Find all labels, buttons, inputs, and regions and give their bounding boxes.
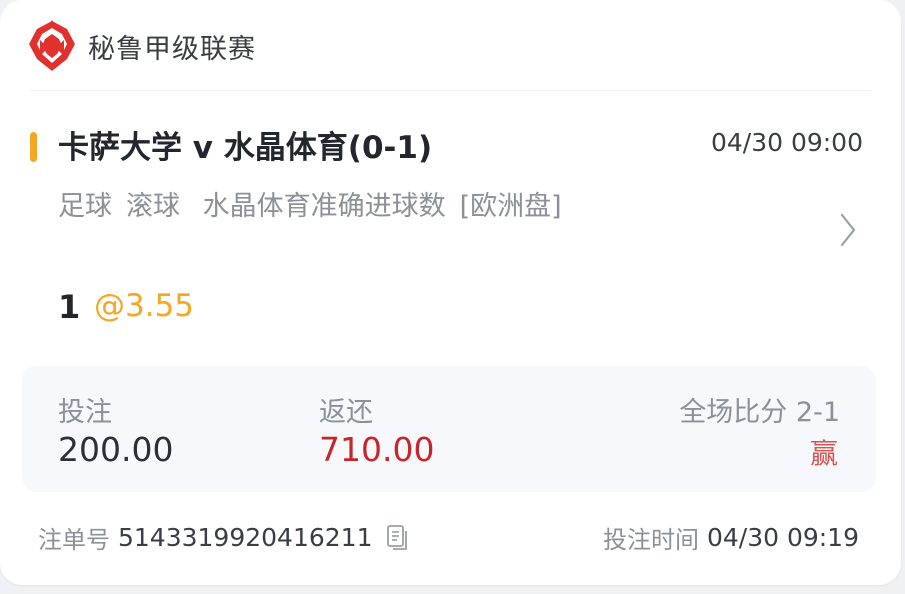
full-time-score: 全场比分 2-1	[679, 397, 840, 428]
result-badge: 赢	[809, 437, 838, 470]
match-accent-bar	[30, 132, 37, 162]
order-number-row: 注单号 5143319920416211	[38, 520, 409, 555]
bet-type-label: 滚球	[126, 191, 180, 222]
league-name: 秘鲁甲级联赛	[88, 33, 256, 65]
stake-value: 200.00	[58, 430, 174, 469]
peru-league-logo-icon	[29, 20, 75, 71]
bet-time-value: 04/30 09:19	[706, 523, 859, 552]
bet-summary-panel: 投注 200.00 返还 710.00 全场比分 2-1 赢	[22, 366, 876, 492]
divider	[30, 90, 871, 91]
bet-record-card[interactable]: 秘鲁甲级联赛 卡萨大学 v 水晶体育(0-1) 04/30 09:00 足球 滚球…	[0, 0, 901, 585]
bet-time-label: 投注时间	[602, 526, 699, 554]
bet-description: 足球 滚球 水晶体育准确进球数 [欧洲盘]	[58, 184, 578, 230]
bet-time-row: 投注时间 04/30 09:19	[603, 520, 859, 555]
chevron-right-icon[interactable]	[839, 212, 857, 248]
sport-label: 足球	[58, 191, 112, 222]
order-number-value: 5143319920416211	[118, 523, 373, 552]
return-value: 710.00	[319, 430, 435, 469]
order-number-label: 注单号	[38, 526, 110, 554]
return-label: 返还	[319, 397, 373, 428]
bet-pick: 1	[58, 288, 81, 326]
bet-odds: @3.55	[94, 288, 195, 324]
odds-format-label: [欧洲盘]	[459, 191, 562, 222]
copy-icon[interactable]	[385, 524, 409, 552]
market-label: 水晶体育准确进球数	[202, 191, 446, 222]
match-title: 卡萨大学 v 水晶体育(0-1)	[58, 130, 433, 166]
stake-label: 投注	[58, 397, 112, 428]
league-header: 秘鲁甲级联赛	[26, 18, 256, 74]
match-time: 04/30 09:00	[710, 128, 863, 157]
